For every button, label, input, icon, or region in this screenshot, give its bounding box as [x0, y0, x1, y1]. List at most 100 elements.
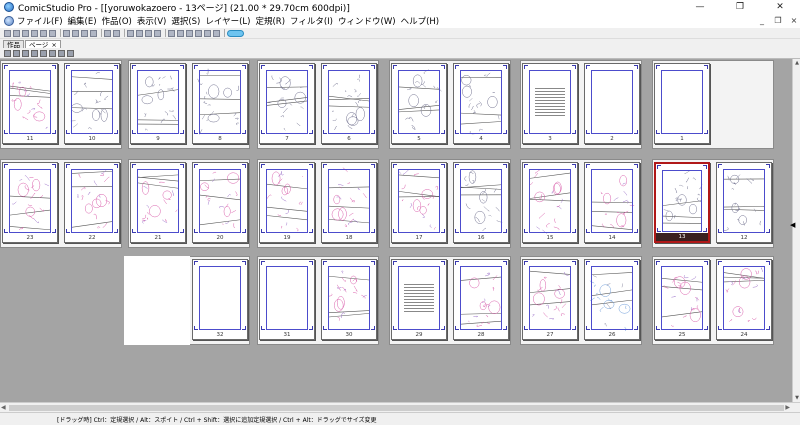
page-thumbnail[interactable]: 23 [2, 162, 58, 243]
document-icon[interactable] [4, 16, 14, 26]
maximize-button[interactable]: ❐ [720, 0, 760, 14]
page-thumbnail[interactable]: 10 [64, 63, 120, 144]
trim-mark [586, 261, 590, 265]
tab-work[interactable]: 作品 [3, 40, 24, 49]
tool-e-icon[interactable] [204, 29, 211, 37]
mdi-minimize-button[interactable]: _ [756, 14, 768, 28]
page-thumbnail[interactable]: 19 [259, 162, 315, 243]
page-thumbnail[interactable]: 12 [716, 162, 772, 243]
page-number: 6 [347, 136, 351, 142]
page-thumbnail[interactable]: 9 [130, 63, 186, 144]
layer-icon[interactable] [127, 29, 134, 37]
page-thumbnail[interactable]: 3 [522, 63, 578, 144]
trim-mark [766, 229, 770, 233]
menu-file[interactable]: ファイル(F) [17, 15, 63, 27]
page-thumbnail[interactable]: 2 [584, 63, 640, 144]
page-thumbnail[interactable]: 17 [391, 162, 447, 243]
scroll-down-icon[interactable]: ▼ [794, 395, 800, 401]
scroll-up-icon[interactable]: ▲ [794, 60, 800, 66]
tool-a-icon[interactable] [168, 29, 175, 37]
save-all-icon[interactable] [40, 29, 47, 37]
page-icon[interactable] [145, 29, 152, 37]
page-number: 21 [154, 235, 162, 241]
page-settings-icon[interactable] [154, 29, 161, 37]
open-icon[interactable] [13, 29, 20, 37]
vertical-scrollbar[interactable]: ▲ ◀ ▼ [790, 59, 800, 402]
page-thumbnail[interactable]: 21 [130, 162, 186, 243]
scroll-thumb[interactable] [9, 405, 784, 411]
scroll-right-icon[interactable]: ▶ [785, 404, 790, 411]
menu-select[interactable]: 選択(S) [171, 15, 200, 27]
horizontal-scrollbar[interactable]: ◀ ▶ [0, 402, 800, 412]
page-thumbnail[interactable]: 7 [259, 63, 315, 144]
play-icon[interactable] [22, 49, 29, 57]
print-icon[interactable] [49, 29, 56, 37]
menu-bar: ファイル(F) 編集(E) 作品(O) 表示(V) 選択(S) レイヤー(L) … [0, 14, 800, 28]
page-thumbnail[interactable]: 30 [321, 259, 377, 340]
layer-settings-icon[interactable] [136, 29, 143, 37]
page-thumbnail[interactable]: 25 [654, 259, 710, 340]
cut-icon[interactable] [63, 29, 70, 37]
tab-page[interactable]: ページ × [25, 40, 61, 49]
minimize-button[interactable]: — [680, 0, 720, 14]
page-list-canvas[interactable]: 11 10 9 8 7 6 5 4 3 2 1 23 22 21 20 19 18 17 16 15 14 13 12 32 3… [0, 59, 792, 402]
close-button[interactable]: ✕ [760, 0, 800, 14]
save-icon[interactable] [31, 29, 38, 37]
zoom-icon[interactable] [40, 49, 47, 57]
scroll-left-icon[interactable]: ◀ [1, 404, 6, 411]
page-thumbnail[interactable]: 28 [453, 259, 509, 340]
pointer-icon[interactable] [49, 49, 56, 57]
page-thumbnail[interactable]: 8 [192, 63, 248, 144]
page-thumbnail[interactable]: 16 [453, 162, 509, 243]
page-number: 24 [740, 332, 748, 338]
open-folder-icon[interactable] [22, 29, 29, 37]
page-thumbnail[interactable]: 5 [391, 63, 447, 144]
page-thumbnail[interactable]: 31 [259, 259, 315, 340]
tool-f-icon[interactable] [213, 29, 220, 37]
page-thumbnail[interactable]: 4 [453, 63, 509, 144]
remove-page-icon[interactable] [13, 49, 20, 57]
add-page-icon[interactable] [4, 49, 11, 57]
menu-edit[interactable]: 編集(E) [68, 15, 97, 27]
undo-icon[interactable] [104, 29, 111, 37]
new-icon[interactable] [4, 29, 11, 37]
trim-mark [586, 65, 590, 69]
layout-icon[interactable] [67, 49, 74, 57]
menu-help[interactable]: ヘルプ(H) [401, 15, 440, 27]
spread-icon[interactable] [31, 49, 38, 57]
mdi-restore-button[interactable]: ❐ [772, 14, 784, 28]
page-thumbnail[interactable]: 22 [64, 162, 120, 243]
menu-layer[interactable]: レイヤー(L) [205, 15, 250, 27]
tool-d-icon[interactable] [195, 29, 202, 37]
copy-icon[interactable] [72, 29, 79, 37]
panel-collapse-icon[interactable]: ◀ [790, 221, 795, 229]
clip-icon[interactable] [227, 29, 244, 37]
page-thumbnail[interactable]: 6 [321, 63, 377, 144]
redo-icon[interactable] [113, 29, 120, 37]
page-number: 22 [88, 235, 96, 241]
paste-icon[interactable] [81, 29, 88, 37]
page-thumbnail[interactable]: 20 [192, 162, 248, 243]
page-thumbnail[interactable]: 32 [192, 259, 248, 340]
page-thumbnail[interactable]: 29 [391, 259, 447, 340]
page-number: 11 [26, 136, 34, 142]
menu-window[interactable]: ウィンドウ(W) [338, 15, 396, 27]
page-thumbnail[interactable]: 1 [654, 63, 710, 144]
thumbnail-icon[interactable] [58, 49, 65, 57]
page-thumbnail[interactable]: 18 [321, 162, 377, 243]
tool-b-icon[interactable] [177, 29, 184, 37]
tool-c-icon[interactable] [186, 29, 193, 37]
page-thumbnail[interactable]: 27 [522, 259, 578, 340]
page-thumbnail[interactable]: 26 [584, 259, 640, 340]
page-thumbnail[interactable]: 14 [584, 162, 640, 243]
menu-view[interactable]: 表示(V) [137, 15, 166, 27]
page-thumbnail[interactable]: 24 [716, 259, 772, 340]
page-thumbnail[interactable]: 15 [522, 162, 578, 243]
page-thumbnail[interactable]: 13 [654, 162, 710, 243]
page-thumbnail[interactable]: 11 [2, 63, 58, 144]
menu-filter[interactable]: フィルタ(I) [290, 15, 333, 27]
mdi-close-button[interactable]: × [788, 14, 800, 28]
menu-work[interactable]: 作品(O) [102, 15, 132, 27]
menu-ruler[interactable]: 定規(R) [255, 15, 285, 27]
delete-icon[interactable] [90, 29, 97, 37]
